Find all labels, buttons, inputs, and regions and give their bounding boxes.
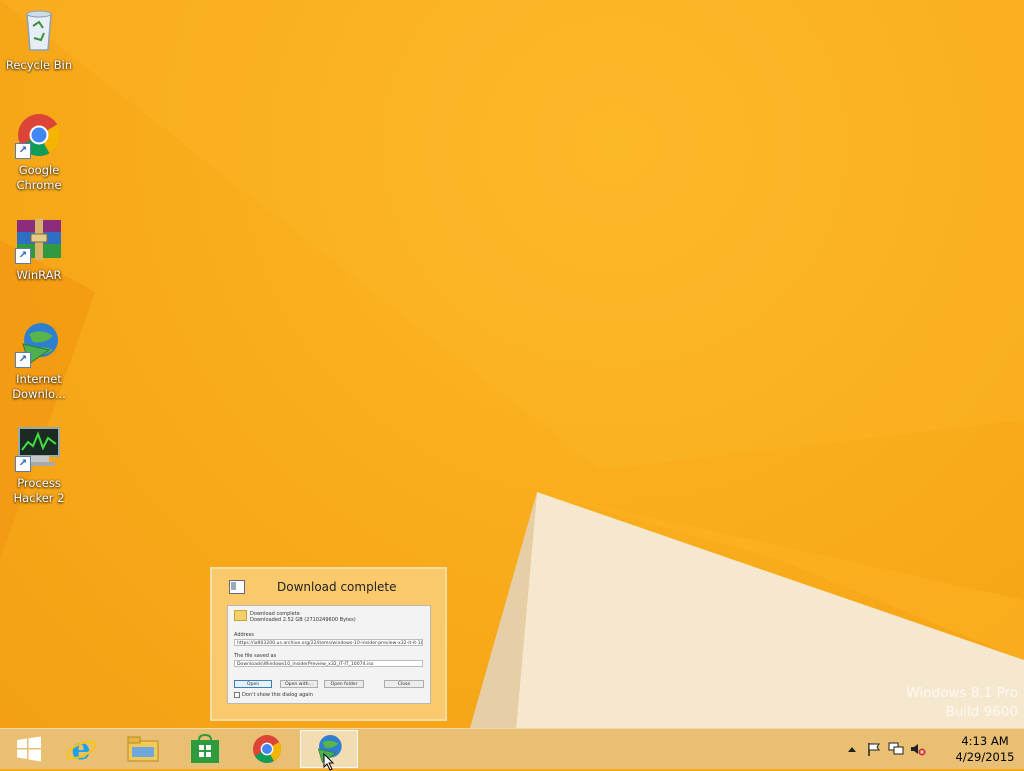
address-label: Address xyxy=(234,632,254,638)
desktop-icon-label: Recycle Bin xyxy=(5,58,73,72)
internet-explorer-icon: e xyxy=(66,733,96,765)
network-icon[interactable] xyxy=(888,742,904,756)
taskbar-store[interactable] xyxy=(176,730,234,768)
store-icon xyxy=(191,734,219,763)
shortcut-arrow-icon: ↗ xyxy=(15,456,31,472)
start-button[interactable] xyxy=(0,730,58,768)
watermark-edition: Windows 8.1 Pro xyxy=(906,685,1018,701)
dialog-app-icon xyxy=(229,580,245,594)
wallpaper xyxy=(0,0,1024,728)
download-complete-dialog-thumbnail[interactable]: Download complete Downloaded 2.52 GB (27… xyxy=(227,605,431,704)
folder-icon xyxy=(234,610,247,621)
preview-title: Download complete xyxy=(277,580,397,594)
taskbar-file-explorer[interactable] xyxy=(114,730,172,768)
dont-show-checkbox-row: Don't show this dialog again xyxy=(234,692,313,698)
preview-title-bar: Download complete xyxy=(229,577,429,597)
dialog-downloaded-size: Downloaded 2.52 GB (2710249600 Bytes) xyxy=(250,617,356,623)
taskbar-clock[interactable]: 4:13 AM 4/29/2015 xyxy=(950,733,1020,765)
desktop-icon-recycle-bin[interactable]: Recycle Bin xyxy=(1,6,77,73)
desktop-icon-label: Google Chrome xyxy=(16,163,62,192)
desktop-icon-label: Process Hacker 2 xyxy=(13,476,65,505)
open-with-button: Open with... xyxy=(280,680,318,688)
windows-start-icon xyxy=(17,736,41,762)
taskbar-thumbnail-preview[interactable]: Download complete Download complete Down… xyxy=(210,567,447,721)
desktop-icon-process-hacker[interactable]: ↗ Process Hacker 2 xyxy=(1,424,77,506)
taskbar: e 4:13 AM 4/29/2015 xyxy=(0,728,1024,771)
chrome-icon: ↗ xyxy=(15,111,63,159)
action-center-flag-icon[interactable] xyxy=(866,742,882,756)
open-button: Open xyxy=(234,680,272,688)
close-button: Close xyxy=(384,680,424,688)
system-tray: 4:13 AM 4/29/2015 xyxy=(844,729,1024,769)
mouse-cursor-icon xyxy=(323,753,335,771)
internet-download-manager-icon: ↗ xyxy=(15,320,63,368)
saved-as-field: Downloads\Windows10_InsiderPreview_x32_I… xyxy=(234,660,423,667)
taskbar-internet-explorer[interactable]: e xyxy=(52,730,110,768)
shortcut-arrow-icon: ↗ xyxy=(15,143,31,159)
taskbar-internet-download-manager[interactable] xyxy=(300,730,358,771)
shortcut-arrow-icon: ↗ xyxy=(15,352,31,368)
shortcut-arrow-icon: ↗ xyxy=(15,248,31,264)
winrar-icon: ↗ xyxy=(15,216,63,264)
saved-as-label: The file saved as xyxy=(234,653,277,659)
watermark-build: Build 9600 xyxy=(945,704,1018,720)
volume-muted-icon[interactable] xyxy=(910,742,926,756)
chrome-icon xyxy=(253,735,282,764)
clock-time: 4:13 AM xyxy=(961,734,1009,748)
desktop-icon-label: WinRAR xyxy=(16,268,62,282)
open-folder-button: Open folder xyxy=(324,680,364,688)
desktop-icon-winrar[interactable]: ↗ WinRAR xyxy=(1,216,77,283)
recycle-bin-icon xyxy=(15,6,63,54)
show-hidden-icons-chevron-icon[interactable] xyxy=(844,742,860,756)
desktop[interactable]: Recycle Bin ↗ Google Chrome ↗ WinRAR ↗ I… xyxy=(0,0,1024,728)
checkbox xyxy=(234,692,240,698)
address-field: https://ia903200.us.archive.org/22/items… xyxy=(234,639,423,646)
file-explorer-icon xyxy=(127,736,159,762)
desktop-icon-internet-download-manager[interactable]: ↗ Internet Downlo... xyxy=(1,320,77,402)
taskbar-chrome[interactable] xyxy=(238,730,296,768)
process-hacker-icon: ↗ xyxy=(15,424,63,472)
checkbox-label: Don't show this dialog again xyxy=(242,692,313,698)
desktop-icon-label: Internet Downlo... xyxy=(12,372,66,401)
windows-watermark: Windows 8.1 Pro Build 9600 xyxy=(906,684,1018,722)
clock-date: 4/29/2015 xyxy=(955,750,1015,764)
desktop-icon-google-chrome[interactable]: ↗ Google Chrome xyxy=(1,111,77,193)
svg-text:e: e xyxy=(71,733,90,765)
